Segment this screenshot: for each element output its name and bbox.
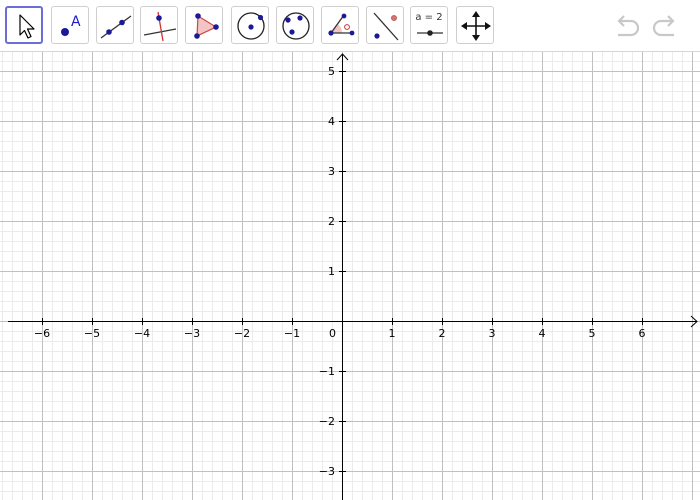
angle-tool-button[interactable] [321,6,359,44]
x-tick-label: 0 [329,327,336,340]
major-grid [0,52,700,500]
reflect-about-line-icon [373,12,399,41]
perpendicular-line-icon [143,11,177,42]
move-graphics-view-tool-button[interactable] [456,6,494,44]
reflect-about-line-tool-button[interactable] [366,6,404,44]
point-tool-button[interactable]: A [51,6,89,44]
x-tick-label: 6 [639,327,646,340]
y-tick-label: 4 [328,115,335,128]
point-icon: A [61,14,81,36]
y-tick-label: −2 [319,415,335,428]
x-tick-label: 1 [389,327,396,340]
arrow-pointer-icon [19,14,35,39]
circle-center-point-icon [237,12,265,40]
y-tick-label: 2 [328,215,335,228]
slider-icon [417,30,443,36]
slider-tool-button[interactable]: a = 2 [410,6,448,44]
x-tick-label: −5 [84,327,100,340]
redo-button[interactable] [650,12,680,40]
point-tool-label: A [71,14,81,30]
undo-icon [617,15,640,37]
y-tick-label: 5 [328,65,335,78]
move-tool-button[interactable] [5,6,43,44]
y-tick-label: 3 [328,165,335,178]
x-tick-label: −6 [34,327,50,340]
line-tool-button[interactable] [96,6,134,44]
line-through-two-points-icon [100,15,132,39]
x-tick-label: −1 [284,327,300,340]
circle-three-points-icon [282,12,310,40]
coordinate-plane[interactable]: −6 −5 −4 −3 −2 −1 0 1 2 3 4 5 6 5 4 3 2 1 −1 −2 −3 [0,52,700,500]
x-tick-label: 5 [589,327,596,340]
perpendicular-line-tool-button[interactable] [140,6,178,44]
undo-button[interactable] [612,12,642,40]
circle-three-points-tool-button[interactable] [276,6,314,44]
y-tick-label: 1 [328,265,335,278]
x-tick-label: −4 [134,327,150,340]
graphics-view[interactable]: −6 −5 −4 −3 −2 −1 0 1 2 3 4 5 6 5 4 3 2 1 −1 −2 −3 [0,52,700,500]
y-tick-label: −3 [319,465,335,478]
redo-icon [652,15,675,37]
polygon-icon [194,13,219,39]
toolbar: A a = 2 [0,0,700,52]
x-tick-label: 4 [539,327,546,340]
x-tick-label: 3 [489,327,496,340]
angle-icon [328,13,355,36]
x-tick-label: −2 [234,327,250,340]
y-tick-label: −1 [319,365,335,378]
move-arrows-icon [461,11,491,41]
x-tick-label: −3 [184,327,200,340]
x-tick-label: 2 [439,327,446,340]
minor-grid [0,52,700,500]
circle-center-point-tool-button[interactable] [231,6,269,44]
polygon-tool-button[interactable] [185,6,223,44]
